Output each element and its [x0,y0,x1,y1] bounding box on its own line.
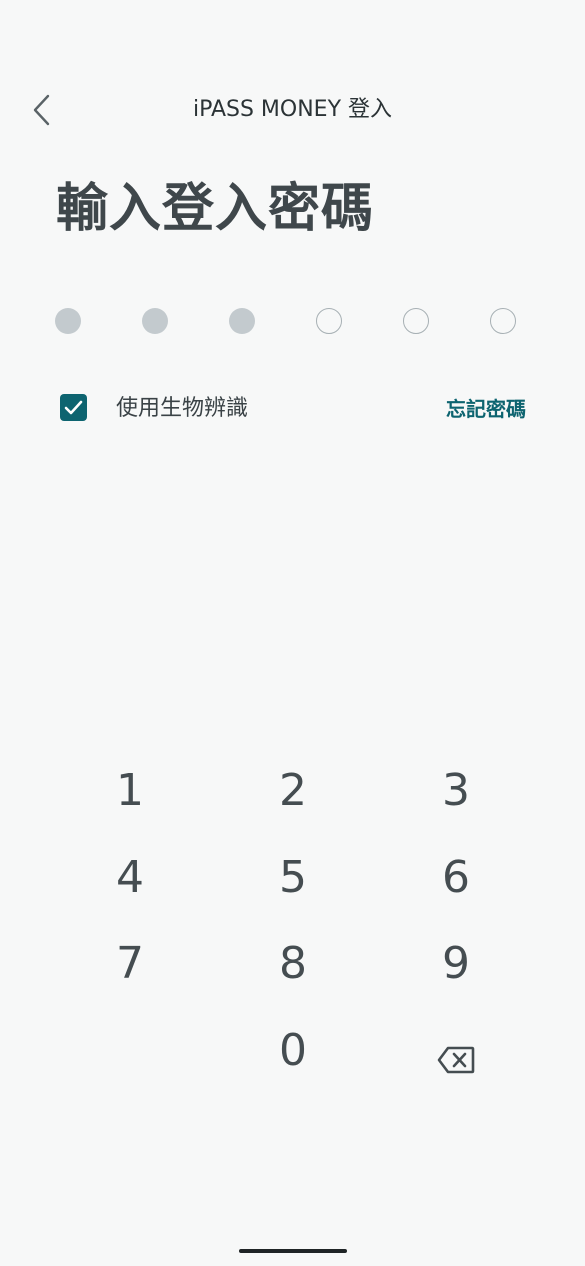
key-3[interactable]: 3 [401,752,511,828]
key-0[interactable]: 0 [238,1012,348,1088]
page-title: 輸入登入密碼 [56,179,375,239]
pin-dot-6 [490,308,516,334]
biometric-checkbox[interactable] [60,394,87,421]
pin-dot-3 [229,308,255,334]
checkmark-icon [64,400,83,415]
key-1[interactable]: 1 [75,752,185,828]
biometric-label: 使用生物辨識 [116,396,249,421]
key-9[interactable]: 9 [401,925,511,1001]
backspace-button[interactable] [401,1022,511,1098]
home-indicator [239,1249,347,1253]
forgot-password-link[interactable]: 忘記密碼 [446,395,526,423]
pin-dot-2 [142,308,168,334]
top-nav-bar: iPASS MONEY 登入 [0,84,585,136]
key-8[interactable]: 8 [238,925,348,1001]
backspace-icon [437,1046,475,1074]
header-title: iPASS MONEY 登入 [192,97,393,122]
pin-dot-1 [55,308,81,334]
pin-dot-4 [316,308,342,334]
pin-dot-5 [403,308,429,334]
key-5[interactable]: 5 [238,839,348,915]
key-4[interactable]: 4 [75,839,185,915]
key-6[interactable]: 6 [401,839,511,915]
key-7[interactable]: 7 [75,925,185,1001]
pin-indicator [55,308,530,334]
biometric-row: 使用生物辨識 忘記密碼 [60,392,530,426]
key-2[interactable]: 2 [238,752,348,828]
